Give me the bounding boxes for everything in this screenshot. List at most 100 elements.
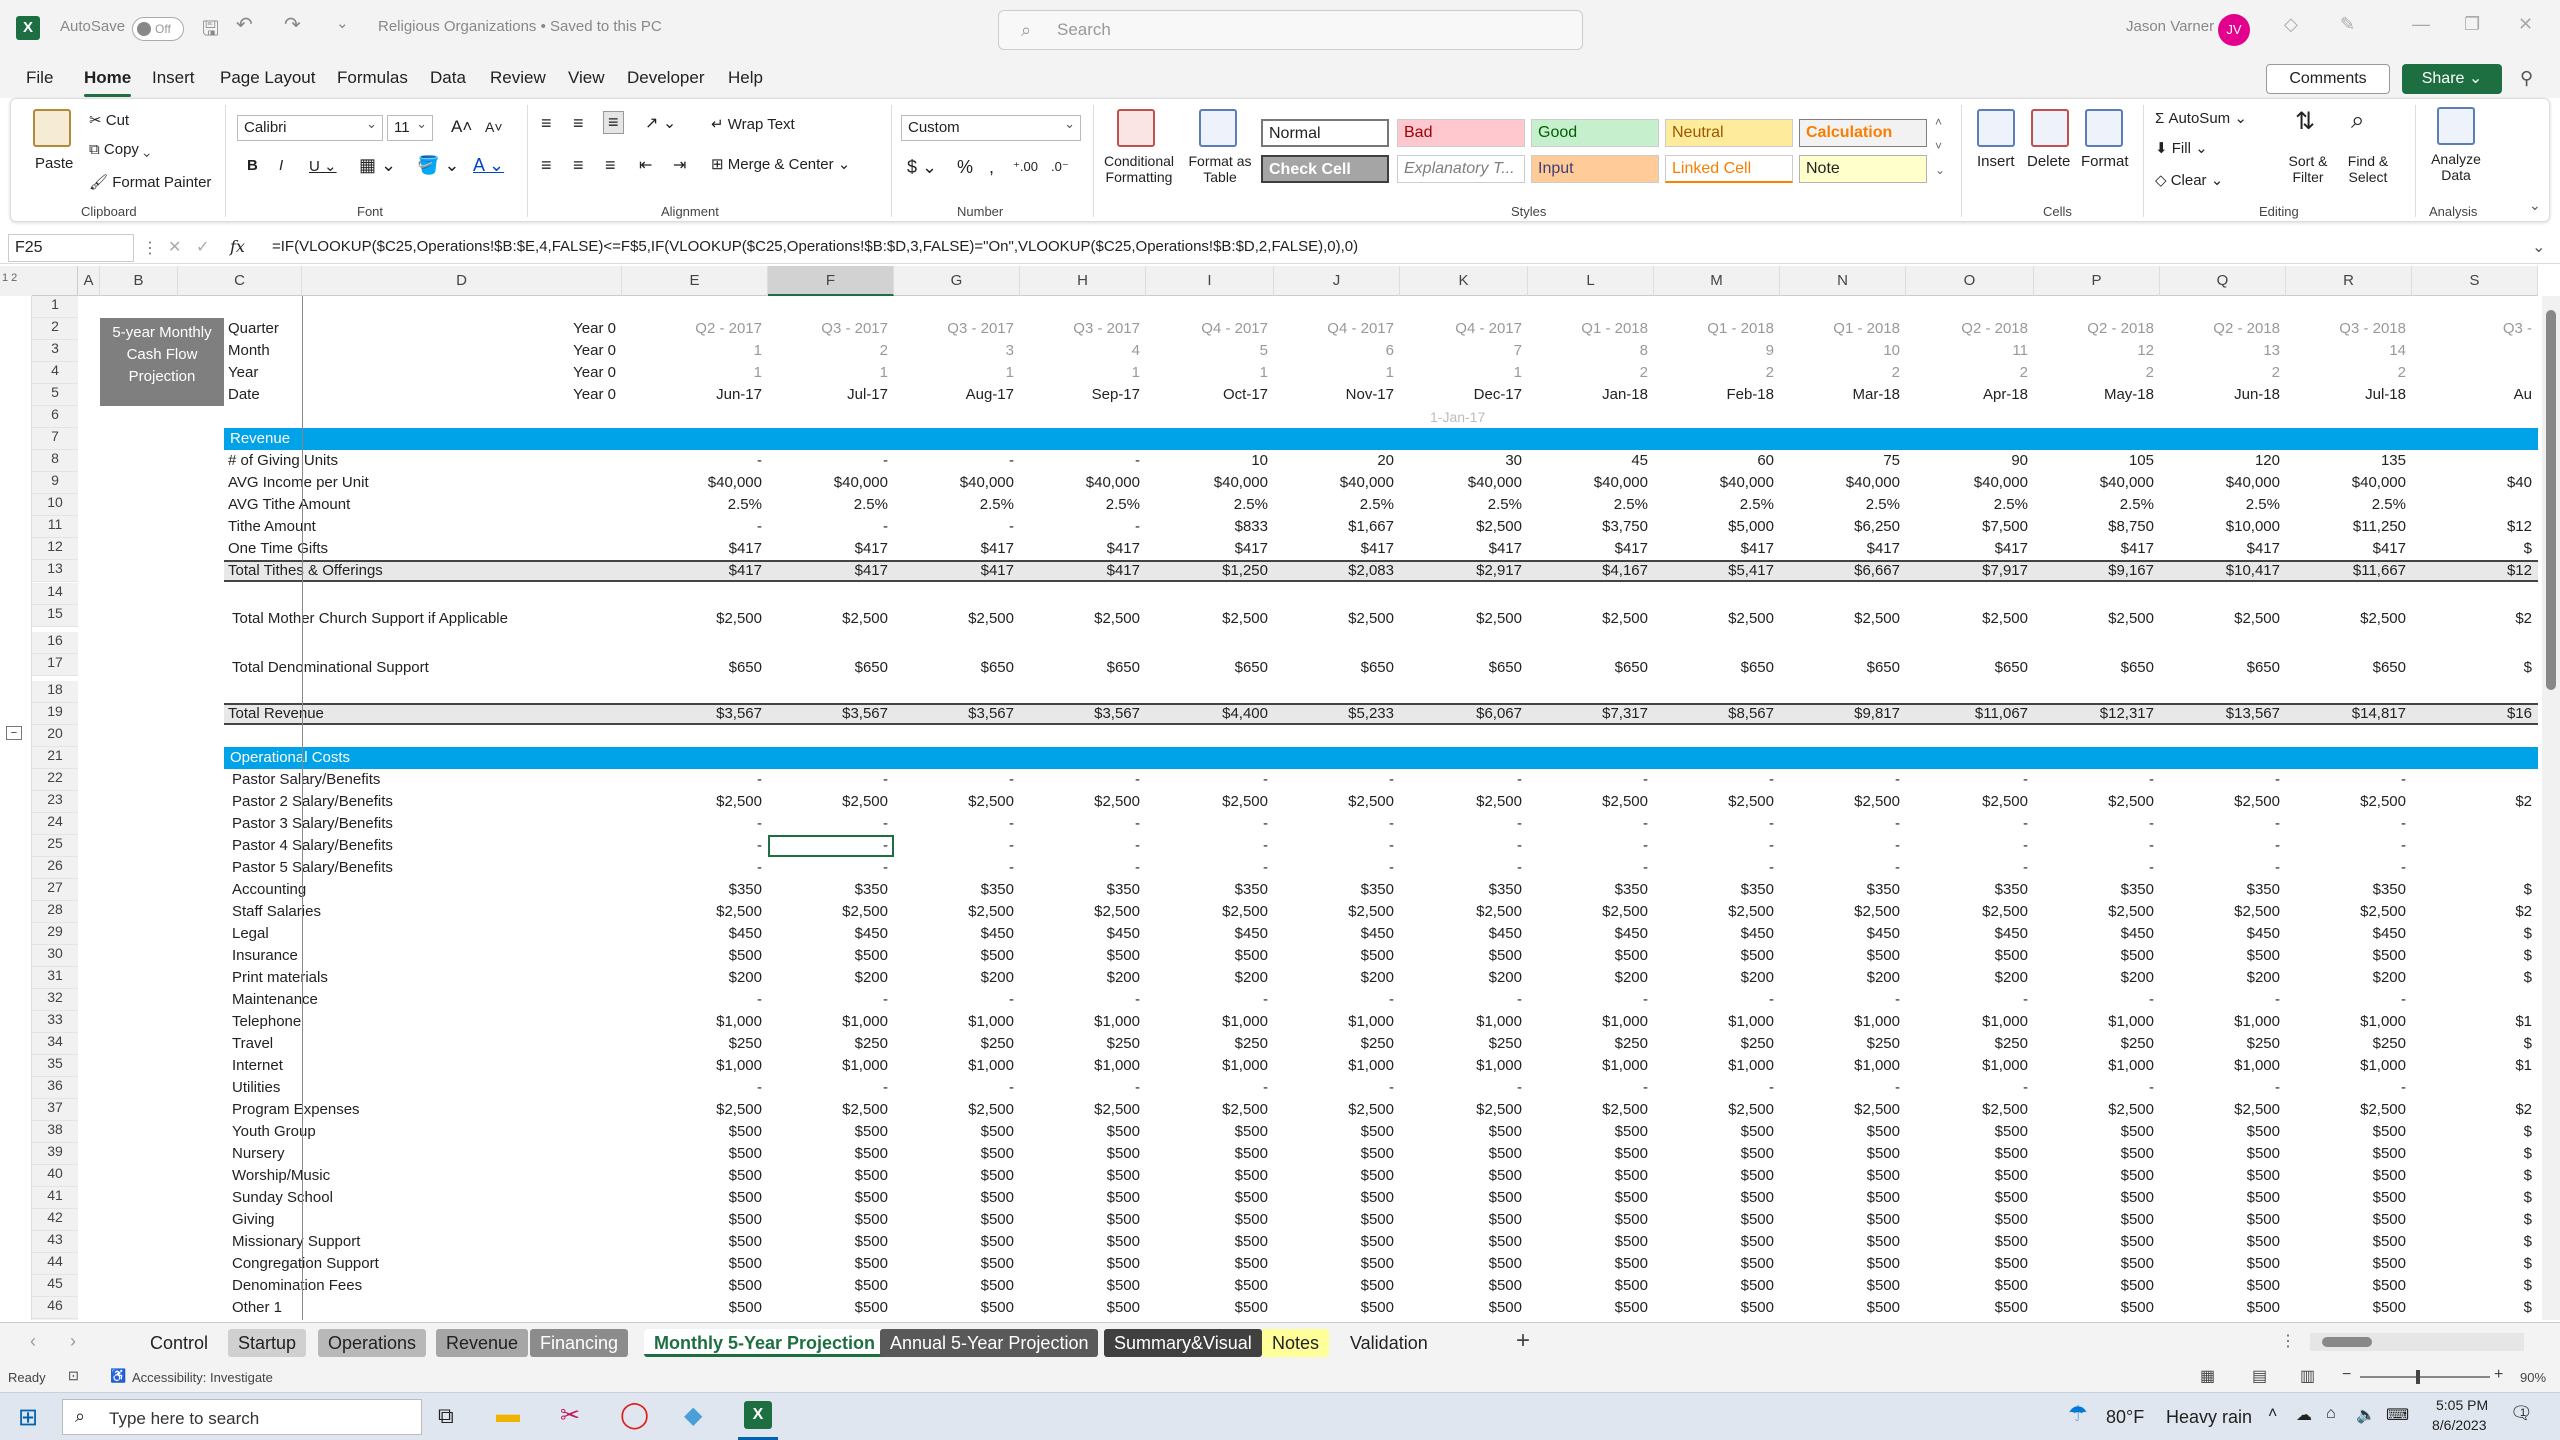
column-header-c[interactable]: C <box>178 266 302 296</box>
cell-value[interactable]: 1 <box>1146 362 1268 384</box>
cell-value[interactable]: $500 <box>1146 1143 1268 1165</box>
cell-value[interactable]: $40 <box>2412 472 2532 494</box>
cell-value[interactable]: $500 <box>2160 945 2280 967</box>
cell-value[interactable]: $650 <box>2160 657 2280 679</box>
paste-icon[interactable] <box>33 109 71 147</box>
cell-value[interactable]: - <box>1906 769 2028 791</box>
cell-value[interactable]: $40,000 <box>1146 472 1268 494</box>
cell-value[interactable]: 120 <box>2160 450 2280 472</box>
share-button[interactable]: Share ⌄ <box>2402 64 2502 94</box>
cell-value[interactable]: $500 <box>894 1209 1014 1231</box>
row-header[interactable]: 20 <box>32 725 78 747</box>
outline-level-buttons[interactable]: 1 2 <box>0 266 32 296</box>
cell-value[interactable]: $417 <box>768 560 888 582</box>
row-label[interactable]: One Time Gifts <box>228 538 328 560</box>
row-header[interactable]: 34 <box>32 1033 78 1055</box>
customize-qat-icon[interactable]: ⌄ <box>336 14 349 32</box>
cell-value[interactable]: $500 <box>1400 1121 1522 1143</box>
cell-value[interactable]: - <box>2034 813 2154 835</box>
cell-value[interactable]: Q1 - 2018 <box>1654 318 1774 340</box>
cell-value[interactable]: - <box>1528 813 1648 835</box>
cell-value[interactable]: 2.5% <box>622 494 762 516</box>
zoom-slider-thumb[interactable] <box>2416 1370 2420 1384</box>
cell-value[interactable]: $200 <box>1020 967 1140 989</box>
cell-value[interactable]: - <box>622 450 762 472</box>
cell-value[interactable]: 1 <box>622 340 762 362</box>
cell-value[interactable]: 2.5% <box>1400 494 1522 516</box>
cell-value[interactable]: 2.5% <box>1146 494 1268 516</box>
cell-value[interactable]: $2,500 <box>1654 1099 1774 1121</box>
cell-value[interactable]: $500 <box>768 1319 888 1320</box>
cell-value[interactable]: - <box>622 989 762 1011</box>
row-header[interactable]: 38 <box>32 1121 78 1143</box>
row-label[interactable]: Utilities <box>232 1077 280 1099</box>
row-header[interactable]: 21 <box>32 747 78 769</box>
cell-value[interactable]: $450 <box>622 923 762 945</box>
cell-value[interactable]: $350 <box>1400 879 1522 901</box>
app-icon[interactable]: ◆ <box>684 1401 702 1430</box>
delete-cells-button[interactable]: Delete <box>2027 153 2070 170</box>
tab-startup[interactable]: Startup <box>228 1329 307 1357</box>
cell-value[interactable]: $500 <box>2160 1165 2280 1187</box>
cell-value[interactable]: $450 <box>894 923 1014 945</box>
cell-value[interactable]: - <box>1906 835 2028 857</box>
cell-value[interactable]: $200 <box>1146 967 1268 989</box>
clear-button[interactable]: ◇ Clear ⌄ <box>2155 171 2223 189</box>
row-header[interactable]: 13 <box>32 560 78 582</box>
row-header[interactable]: 23 <box>32 791 78 813</box>
conditional-formatting-icon[interactable] <box>1117 109 1155 147</box>
cell-value[interactable]: $40,000 <box>894 472 1014 494</box>
cell-value[interactable]: $650 <box>2286 657 2406 679</box>
cell-value[interactable]: $9,167 <box>2034 560 2154 582</box>
cell-value[interactable]: Q4 - 2017 <box>1146 318 1268 340</box>
cell-value[interactable]: - <box>1906 813 2028 835</box>
cell-value[interactable]: $250 <box>768 1033 888 1055</box>
style-check-cell[interactable]: Check Cell <box>1261 155 1389 183</box>
cell-value[interactable]: $500 <box>1780 1143 1900 1165</box>
cell-value[interactable]: $2,500 <box>1400 608 1522 630</box>
cell-value[interactable]: - <box>2160 989 2280 1011</box>
cell-value[interactable]: $350 <box>1274 879 1394 901</box>
column-header-l[interactable]: L <box>1528 266 1654 296</box>
cell-value[interactable]: $500 <box>768 945 888 967</box>
cell-value[interactable]: Q3 - 2018 <box>2286 318 2406 340</box>
cell-value[interactable]: $500 <box>1780 1275 1900 1297</box>
cell-value[interactable]: 1 <box>1020 362 1140 384</box>
cell-value[interactable]: $500 <box>1906 1143 2028 1165</box>
cell-value[interactable]: $500 <box>1654 1231 1774 1253</box>
row-header[interactable]: 46 <box>32 1297 78 1319</box>
excel-taskbar-icon[interactable]: X <box>744 1401 772 1429</box>
orientation-icon[interactable]: ↗ ⌄ <box>645 113 676 133</box>
cell-value[interactable]: $5,000 <box>1654 516 1774 538</box>
cell-value[interactable]: $450 <box>1780 923 1900 945</box>
cell-value[interactable]: 20 <box>1274 450 1394 472</box>
cell-value[interactable]: $500 <box>622 1275 762 1297</box>
cell-value[interactable]: - <box>2160 1077 2280 1099</box>
wrap-text-button[interactable]: ↵ Wrap Text <box>711 115 795 133</box>
language-icon[interactable]: ⌨ <box>2386 1405 2409 1425</box>
cell-value[interactable]: Mar-18 <box>1780 384 1900 406</box>
cell-value[interactable]: $2,500 <box>768 901 888 923</box>
cell-value[interactable]: $500 <box>2160 1297 2280 1319</box>
increase-decimal-icon[interactable]: ⁺.00 <box>1013 159 1038 175</box>
column-header-n[interactable]: N <box>1780 266 1906 296</box>
cell-value[interactable]: $7,500 <box>1906 516 2028 538</box>
cell-value[interactable]: $417 <box>1400 538 1522 560</box>
cell-value[interactable]: $250 <box>2286 1033 2406 1055</box>
cell-value[interactable]: $1,000 <box>1400 1055 1522 1077</box>
cell-value[interactable]: $833 <box>1146 516 1268 538</box>
cell-value[interactable]: 2.5% <box>894 494 1014 516</box>
cell-value[interactable]: $1,000 <box>894 1011 1014 1033</box>
cell-value[interactable]: $650 <box>622 657 762 679</box>
cell-value[interactable]: $2,500 <box>1146 791 1268 813</box>
cell-value[interactable]: $500 <box>1906 1297 2028 1319</box>
tray-overflow-icon[interactable]: ˄ <box>2268 1405 2277 1423</box>
cell-value[interactable]: $200 <box>894 967 1014 989</box>
row-label[interactable]: Internet <box>232 1055 283 1077</box>
style-neutral[interactable]: Neutral <box>1665 119 1793 147</box>
comma-icon[interactable]: , <box>989 157 994 178</box>
row-header[interactable]: 36 <box>32 1077 78 1099</box>
cell-value[interactable]: $500 <box>1274 945 1394 967</box>
row-header[interactable]: 2 <box>32 318 78 340</box>
cell-value[interactable]: - <box>894 813 1014 835</box>
